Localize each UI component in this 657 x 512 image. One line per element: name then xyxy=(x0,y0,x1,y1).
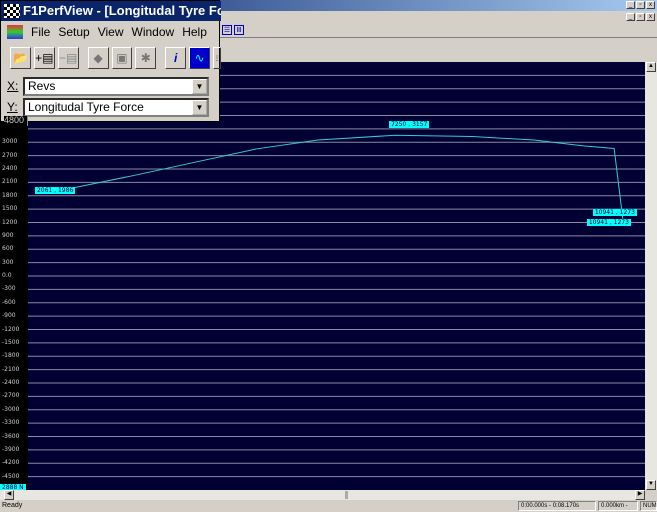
toolbar-extension: ☰ Ⅲ xyxy=(220,23,657,38)
y-tick-label: -2700 xyxy=(2,392,20,400)
car-icon[interactable]: ◆ xyxy=(87,47,109,69)
add-item-icon[interactable]: +▤ xyxy=(33,47,55,69)
scroll-up-button[interactable]: ▲ xyxy=(646,62,656,72)
x-channel-select[interactable]: Revs ▼ xyxy=(23,77,209,96)
y-tick-label: 1200 xyxy=(2,218,18,226)
y-tick-label: -600 xyxy=(2,298,16,306)
restore-button[interactable]: ▫ xyxy=(636,1,645,9)
status-bar: Ready 0:00.000s - 0:08.170s 0.000km - 2.… xyxy=(0,500,657,512)
menu-view[interactable]: View xyxy=(98,25,124,39)
y-tick-label: 600 xyxy=(2,245,14,253)
y-tick-label: -3900 xyxy=(2,445,20,453)
y-tick-label: 2700 xyxy=(2,151,18,159)
tile-horizontal-icon[interactable]: ☰ xyxy=(222,25,232,35)
app-flag-icon xyxy=(4,4,20,18)
menu-setup[interactable]: Setup xyxy=(58,25,89,39)
status-num: NUM xyxy=(640,501,657,511)
main-window-controls: _ ▫ x xyxy=(626,1,655,9)
data-point-label: 10941 , 1273 xyxy=(586,219,631,227)
series-line xyxy=(74,134,624,220)
toolbar: 📂 +▤ −▤ ◆ ▣ ✱ i ∿ ⋮ xyxy=(1,47,221,71)
remove-item-icon[interactable]: −▤ xyxy=(57,47,79,69)
y-tick-label: -1200 xyxy=(2,325,20,333)
y-tick-label: 3000 xyxy=(2,138,18,146)
chart-svg xyxy=(28,74,645,478)
y-tick-label: 1800 xyxy=(2,191,18,199)
y-top-label: 4800 xyxy=(4,116,28,126)
tile-vertical-icon[interactable]: Ⅲ xyxy=(234,25,244,35)
y-tick-label: -4200 xyxy=(2,459,20,467)
window-title: F1PerfView - [Longitudal Tyre Force xyxy=(1,1,221,21)
scroll-down-button[interactable]: ▼ xyxy=(646,480,656,490)
menu-help[interactable]: Help xyxy=(182,25,207,39)
y-tick-label: -2400 xyxy=(2,379,20,386)
info-icon[interactable]: i xyxy=(165,47,187,69)
status-ready: Ready xyxy=(2,502,23,509)
child-minimize-button[interactable]: _ xyxy=(626,13,635,21)
y-tick-label: -900 xyxy=(2,312,16,320)
scroll-thumb[interactable] xyxy=(345,491,348,499)
y-tick-label: -3000 xyxy=(2,405,20,413)
y-channel-value: Longitudal Tyre Force xyxy=(28,100,144,114)
chevron-down-icon[interactable]: ▼ xyxy=(192,100,207,115)
data-point-label: 7250 , 3157 xyxy=(389,121,430,129)
floating-window: F1PerfView - [Longitudal Tyre Force File… xyxy=(0,0,221,122)
x-label: X: xyxy=(7,79,19,93)
y-tick-label: -1800 xyxy=(2,352,20,360)
y-tick-label: -1500 xyxy=(2,338,20,346)
close-button[interactable]: x xyxy=(646,1,655,9)
chevron-down-icon[interactable]: ▼ xyxy=(192,79,207,94)
waveform-icon[interactable]: ∿ xyxy=(189,47,210,69)
menu-bar: File Setup View Window Help xyxy=(1,21,221,43)
x-channel-value: Revs xyxy=(28,79,56,93)
open-folder-icon[interactable]: 📂 xyxy=(10,47,31,69)
scroll-left-button[interactable]: ◀ xyxy=(4,490,14,500)
y-axis-panel: 3000 2700 2400 2100 1800 1500 1200 900 600 300 0.0… xyxy=(0,62,28,500)
y-tick-label: -3600 xyxy=(2,432,20,440)
y-tick-label: -2100 xyxy=(2,365,20,373)
horizontal-scrollbar[interactable]: ◀ ▶ xyxy=(0,490,645,500)
scroll-right-button[interactable]: ▶ xyxy=(635,490,645,500)
y-channel-select[interactable]: Longitudal Tyre Force ▼ xyxy=(23,98,209,117)
menu-window[interactable]: Window xyxy=(132,25,175,39)
child-window-controls: _ ▫ x xyxy=(626,13,655,21)
setup-icon[interactable]: ▣ xyxy=(111,47,133,69)
y-tick-label: -4500 xyxy=(2,472,20,480)
more-icon[interactable]: ⋮ xyxy=(213,47,221,69)
y-tick-label: 2400 xyxy=(2,165,18,172)
driver-icon[interactable]: ✱ xyxy=(135,47,157,69)
y-tick-label: 900 xyxy=(2,231,14,239)
y-tick-label: -3300 xyxy=(2,419,20,427)
minimize-button[interactable]: _ xyxy=(626,1,635,9)
y-tick-label: 0.0 xyxy=(2,272,12,279)
child-close-button[interactable]: x xyxy=(646,13,655,21)
vertical-scrollbar[interactable]: ▲ ▼ xyxy=(645,62,657,490)
status-dist-range: 0.000km - 2.980km xyxy=(598,501,638,511)
y-tick-label: -300 xyxy=(2,285,16,293)
y-label: Y: xyxy=(7,100,18,114)
data-point-label: 10941 , 1273 xyxy=(592,209,637,217)
y-tick-label: 1500 xyxy=(2,205,18,213)
menu-file[interactable]: File xyxy=(31,25,50,39)
doc-icon xyxy=(7,25,23,39)
y-tick-label: 2100 xyxy=(2,178,18,186)
data-point-label: 2061 , 1986 xyxy=(34,187,76,195)
child-restore-button[interactable]: ▫ xyxy=(636,13,645,21)
status-time-range: 0:00.000s - 0:08.170s xyxy=(518,501,596,511)
y-tick-label: 300 xyxy=(2,258,14,266)
plot-area[interactable]: 2061 , 1986 7250 , 3157 10941 , 1273 10941 … xyxy=(28,62,645,490)
